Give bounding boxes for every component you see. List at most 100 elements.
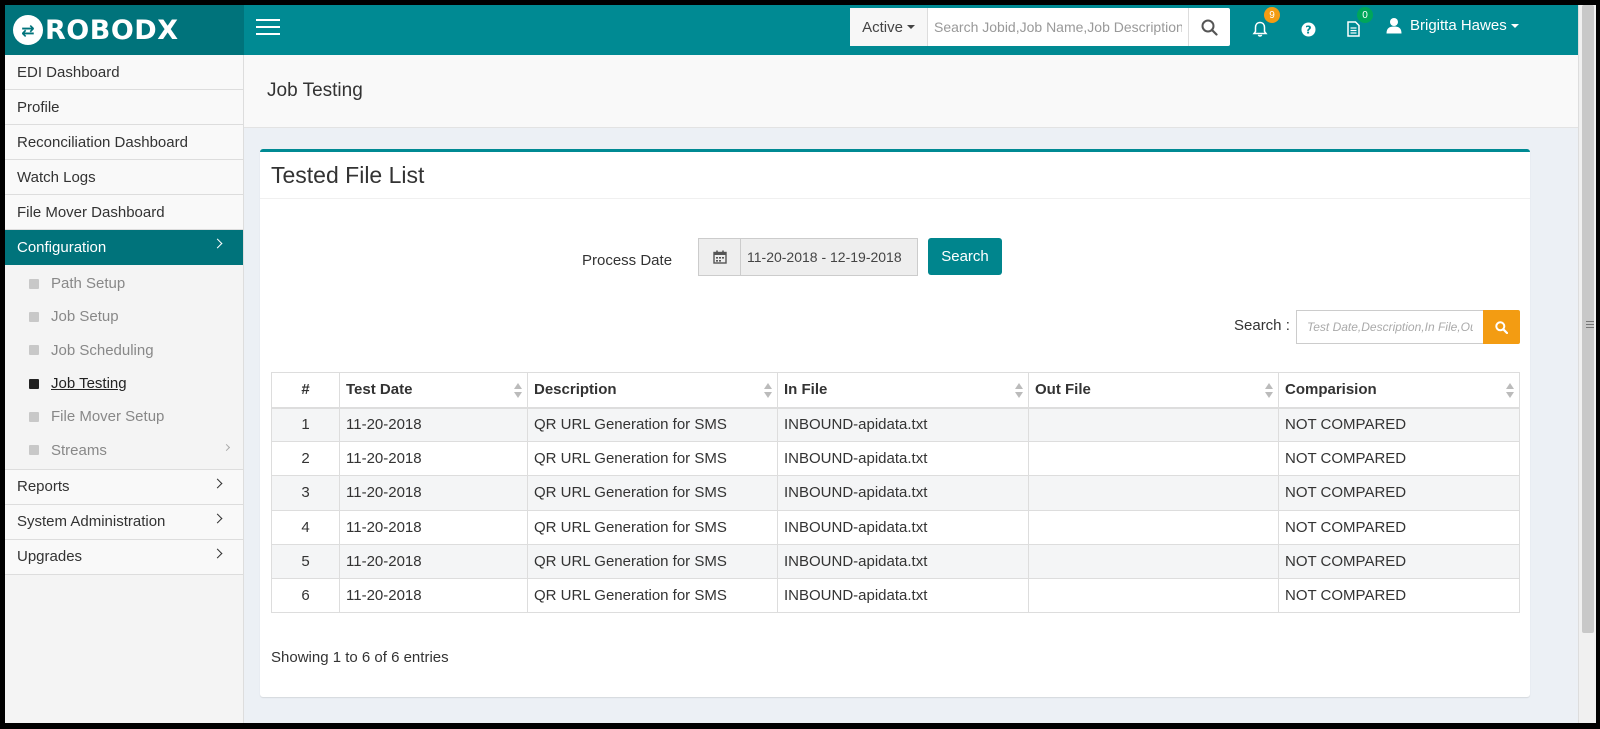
table-entries-info: Showing 1 to 6 of 6 entries xyxy=(271,649,449,666)
calendar-icon[interactable] xyxy=(699,239,741,275)
table-row[interactable]: 3 11-20-2018 QR URL Generation for SMS I… xyxy=(271,475,1520,511)
sidebar-item-label: Upgrades xyxy=(17,548,83,566)
job-search-button[interactable] xyxy=(1188,8,1230,46)
column-header-label: Test Date xyxy=(346,381,413,399)
cell-in-file: INBOUND-apidata.txt xyxy=(777,406,1029,443)
table-row[interactable]: 2 11-20-2018 QR URL Generation for SMS I… xyxy=(271,441,1520,477)
caret-down-icon xyxy=(1510,23,1519,28)
table-search-button[interactable] xyxy=(1483,310,1520,344)
chevron-right-icon xyxy=(212,478,223,489)
table-row[interactable]: 6 11-20-2018 QR URL Generation for SMS I… xyxy=(271,577,1520,614)
sidebar-item-reports[interactable]: Reports xyxy=(5,469,243,505)
top-navbar: Active 9 ? 0 Brigitta Hawes xyxy=(244,5,1596,55)
sidebar-item-label: Watch Logs xyxy=(17,168,96,186)
cell-comparison: NOT COMPARED xyxy=(1278,406,1520,443)
sort-icon xyxy=(514,383,522,398)
sidebar-item-edi-dashboard[interactable]: EDI Dashboard xyxy=(5,55,243,90)
logo-icon: ⇄ xyxy=(13,15,43,45)
sidebar-item-reconciliation-dashboard[interactable]: Reconciliation Dashboard xyxy=(5,125,243,160)
help-button[interactable]: ? xyxy=(1296,17,1320,41)
cell-number: 4 xyxy=(271,509,340,545)
tasks-badge: 0 xyxy=(1357,7,1373,23)
cell-comparison: NOT COMPARED xyxy=(1278,475,1520,511)
cell-test-date: 11-20-2018 xyxy=(339,406,528,443)
submenu-item-label: Path Setup xyxy=(51,275,126,293)
cell-number: 2 xyxy=(271,441,340,477)
status-dropdown[interactable]: Active xyxy=(850,8,928,46)
submenu-item-file-mover-setup[interactable]: File Mover Setup xyxy=(5,400,243,433)
file-text-icon xyxy=(1346,21,1360,37)
column-header-description[interactable]: Description xyxy=(527,372,778,409)
column-header-label: Comparision xyxy=(1285,381,1377,399)
cell-comparison: NOT COMPARED xyxy=(1278,441,1520,477)
submenu-item-label: Streams xyxy=(51,441,107,459)
column-header-label: Description xyxy=(534,381,617,399)
status-dropdown-label: Active xyxy=(862,18,903,36)
page-title: Job Testing xyxy=(244,55,1578,128)
scrollbar-thumb[interactable] xyxy=(1582,5,1594,633)
date-range-input[interactable]: 11-20-2018 - 12-19-2018 xyxy=(741,239,917,275)
cell-in-file: INBOUND-apidata.txt xyxy=(777,441,1029,477)
table-row[interactable]: 5 11-20-2018 QR URL Generation for SMS I… xyxy=(271,543,1520,579)
column-header-number: # xyxy=(271,372,340,409)
bullet-square-icon xyxy=(29,378,39,389)
cell-test-date: 11-20-2018 xyxy=(339,441,528,477)
sidebar: EDI Dashboard Profile Reconciliation Das… xyxy=(5,55,244,723)
cell-description: QR URL Generation for SMS xyxy=(527,577,778,614)
chevron-right-icon xyxy=(212,548,223,559)
cell-number: 3 xyxy=(271,475,340,511)
search-icon xyxy=(1201,19,1218,36)
user-icon xyxy=(1386,18,1402,34)
cell-out-file xyxy=(1028,543,1279,579)
column-header-test-date[interactable]: Test Date xyxy=(339,372,528,409)
sidebar-item-file-mover-dashboard[interactable]: File Mover Dashboard xyxy=(5,195,243,230)
sidebar-item-label: Configuration xyxy=(17,239,107,256)
sidebar-item-profile[interactable]: Profile xyxy=(5,90,243,125)
cell-in-file: INBOUND-apidata.txt xyxy=(777,543,1029,579)
date-range-picker[interactable]: 11-20-2018 - 12-19-2018 xyxy=(698,238,918,276)
cell-number: 6 xyxy=(271,577,340,614)
chevron-right-icon xyxy=(212,513,223,524)
user-menu[interactable]: Brigitta Hawes xyxy=(1386,17,1519,34)
cell-test-date: 11-20-2018 xyxy=(339,577,528,614)
submenu-item-job-scheduling[interactable]: Job Scheduling xyxy=(5,334,243,367)
search-button[interactable]: Search xyxy=(928,238,1002,275)
table-row[interactable]: 4 11-20-2018 QR URL Generation for SMS I… xyxy=(271,509,1520,545)
brand-logo[interactable]: ⇄ ROBODX xyxy=(5,5,244,55)
sidebar-item-system-administration[interactable]: System Administration xyxy=(5,504,243,540)
notifications-badge: 9 xyxy=(1264,7,1280,23)
column-header-label: Out File xyxy=(1035,381,1091,399)
menu-toggle-icon[interactable] xyxy=(256,19,280,37)
column-header-in-file[interactable]: In File xyxy=(777,372,1029,409)
bullet-square-icon xyxy=(29,411,39,422)
bell-icon xyxy=(1252,21,1268,37)
submenu-item-path-setup[interactable]: Path Setup xyxy=(5,267,243,300)
cell-out-file xyxy=(1028,475,1279,511)
submenu-item-streams[interactable]: Streams xyxy=(5,433,243,466)
job-search-input[interactable] xyxy=(928,8,1188,46)
column-header-out-file[interactable]: Out File xyxy=(1028,372,1279,409)
tasks-button[interactable]: 0 xyxy=(1341,7,1373,41)
cell-test-date: 11-20-2018 xyxy=(339,509,528,545)
sidebar-item-watch-logs[interactable]: Watch Logs xyxy=(5,160,243,195)
cell-out-file xyxy=(1028,577,1279,614)
cell-comparison: NOT COMPARED xyxy=(1278,509,1520,545)
table-row[interactable]: 1 11-20-2018 QR URL Generation for SMS I… xyxy=(271,406,1520,443)
process-date-label: Process Date xyxy=(582,252,673,269)
vertical-scrollbar[interactable] xyxy=(1578,5,1596,723)
table-search-input[interactable] xyxy=(1296,310,1484,344)
cell-description: QR URL Generation for SMS xyxy=(527,406,778,443)
brand-name: ROBODX xyxy=(45,14,179,46)
submenu-item-job-setup[interactable]: Job Setup xyxy=(5,300,243,333)
sidebar-item-label: Reconciliation Dashboard xyxy=(17,133,188,151)
sidebar-item-upgrades[interactable]: Upgrades xyxy=(5,539,243,575)
tested-files-table: # Test Date Description In File Out File… xyxy=(271,372,1520,614)
sort-icon xyxy=(1506,383,1514,398)
cell-out-file xyxy=(1028,406,1279,443)
column-header-comparison[interactable]: Comparision xyxy=(1278,372,1520,409)
notifications-button[interactable]: 9 xyxy=(1248,7,1280,41)
submenu-item-job-testing[interactable]: Job Testing xyxy=(5,367,243,400)
question-circle-icon: ? xyxy=(1301,22,1315,36)
cell-description: QR URL Generation for SMS xyxy=(527,543,778,579)
sidebar-item-configuration[interactable]: Configuration xyxy=(5,230,243,265)
